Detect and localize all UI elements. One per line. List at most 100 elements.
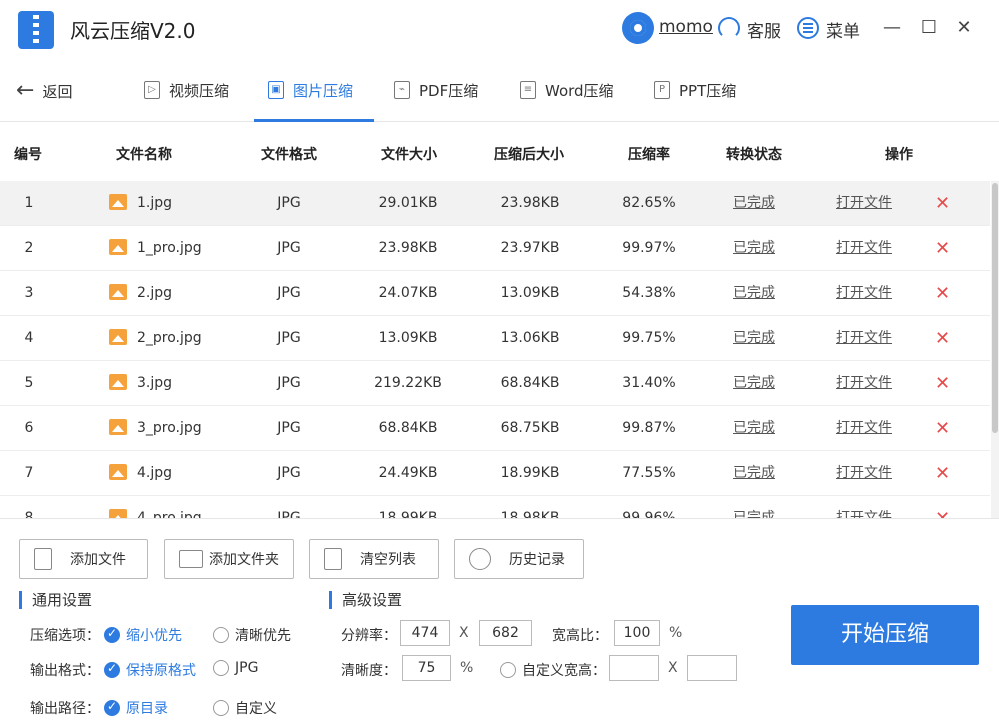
open-file-link[interactable]: 打开文件 [836, 271, 892, 316]
cell-file-name: 2.jpg [137, 285, 173, 301]
table-row[interactable]: 8 JPG 18.99KB 18.98KB 99.96% 4_pro.jpg 已完成 打开文件… [0, 496, 990, 518]
menu-icon[interactable] [797, 17, 819, 39]
add-file-button[interactable]: 添加文件 [19, 539, 148, 579]
cell-format: JPG [277, 375, 301, 391]
radio-label: 缩小优先 [126, 628, 182, 644]
headset-icon[interactable] [718, 17, 740, 39]
cell-number: 7 [24, 465, 34, 481]
tab-label: PPT压缩 [679, 81, 737, 100]
radio-size-priority[interactable]: 缩小优先 [104, 625, 182, 645]
status-link[interactable]: 已完成 [733, 406, 775, 451]
cell-size: 24.49KB [378, 465, 438, 481]
delete-row-icon[interactable]: ✕ [935, 181, 950, 226]
radio-clarity-priority[interactable]: 清晰优先 [213, 625, 291, 645]
arrow-left-icon: ← [16, 78, 35, 103]
table-row[interactable]: 3 JPG 24.07KB 13.09KB 54.38% 2.jpg 已完成 打开文件 ✕ [0, 271, 990, 316]
tab-pdf-compress[interactable]: ⌁ PDF压缩 [394, 58, 478, 122]
add-folder-button[interactable]: 添加文件夹 [164, 539, 294, 579]
custom-height-input[interactable] [687, 655, 737, 681]
close-window-button[interactable]: ✕ [952, 16, 976, 40]
tab-label: 视频压缩 [169, 81, 230, 100]
tab-image-compress[interactable]: ▣ 图片压缩 [268, 58, 353, 122]
delete-row-icon[interactable]: ✕ [935, 271, 950, 316]
open-file-link[interactable]: 打开文件 [836, 406, 892, 451]
back-button[interactable]: ← 返回 [16, 78, 72, 104]
table-scrollbar[interactable] [991, 181, 999, 518]
start-compress-button[interactable]: 开始压缩 [791, 605, 979, 665]
add-folder-icon [179, 550, 203, 568]
table-row[interactable]: 1 JPG 29.01KB 23.98KB 82.65% 1.jpg 已完成 打开文件 ✕ [0, 181, 990, 226]
resolution-height-input[interactable] [479, 620, 532, 646]
image-file-icon [109, 464, 127, 480]
customer-service-button[interactable]: 客服 [747, 17, 781, 42]
add-folder-label: 添加文件夹 [209, 552, 279, 568]
image-file-icon [109, 329, 127, 345]
radio-custom-size[interactable]: 自定义宽高： [500, 660, 606, 680]
open-file-link[interactable]: 打开文件 [836, 496, 892, 518]
delete-row-icon[interactable]: ✕ [935, 451, 950, 496]
custom-width-input[interactable] [609, 655, 659, 681]
table-row[interactable]: 7 JPG 24.49KB 18.99KB 77.55% 4.jpg 已完成 打开文件 ✕ [0, 451, 990, 496]
cell-file-name: 1_pro.jpg [137, 240, 202, 256]
open-file-link[interactable]: 打开文件 [836, 181, 892, 226]
image-icon: ▣ [268, 81, 284, 99]
maximize-button[interactable]: ☐ [917, 16, 941, 40]
radio-unchecked-icon [213, 700, 229, 716]
image-file-icon [109, 284, 127, 300]
app-logo-icon [18, 11, 54, 49]
minimize-button[interactable]: — [880, 16, 904, 40]
status-link[interactable]: 已完成 [733, 181, 775, 226]
status-link[interactable]: 已完成 [733, 226, 775, 271]
scrollbar-thumb[interactable] [992, 183, 998, 433]
status-link[interactable]: 已完成 [733, 361, 775, 406]
header-status: 转换状态 [726, 147, 782, 163]
open-file-link[interactable]: 打开文件 [836, 361, 892, 406]
user-name-link[interactable]: momo [659, 17, 713, 37]
cell-size: 18.99KB [378, 510, 438, 518]
image-file-icon [109, 509, 127, 518]
cell-compressed-size: 23.97KB [500, 240, 560, 256]
resolution-width-input[interactable] [400, 620, 450, 646]
cell-rate: 99.87% [622, 420, 676, 436]
cell-size: 68.84KB [378, 420, 438, 436]
status-link[interactable]: 已完成 [733, 271, 775, 316]
table-row[interactable]: 5 JPG 219.22KB 68.84KB 31.40% 3.jpg 已完成 打开文件 ✕ [0, 361, 990, 406]
radio-custom-dir[interactable]: 自定义 [213, 698, 277, 718]
delete-row-icon[interactable]: ✕ [935, 406, 950, 451]
open-file-link[interactable]: 打开文件 [836, 316, 892, 361]
cell-format: JPG [277, 330, 301, 346]
cell-size: 29.01KB [378, 195, 438, 211]
aspect-ratio-input[interactable] [614, 620, 660, 646]
delete-row-icon[interactable]: ✕ [935, 316, 950, 361]
menu-button[interactable]: 菜单 [826, 17, 860, 42]
status-link[interactable]: 已完成 [733, 316, 775, 361]
cell-number: 4 [24, 330, 34, 346]
table-row[interactable]: 6 JPG 68.84KB 68.75KB 99.87% 3_pro.jpg 已完成 打开文件… [0, 406, 990, 451]
open-file-link[interactable]: 打开文件 [836, 451, 892, 496]
aspect-ratio-label: 宽高比： [552, 628, 608, 644]
tab-video-compress[interactable]: ▷ 视频压缩 [144, 58, 229, 122]
radio-original-dir[interactable]: 原目录 [104, 698, 168, 718]
open-file-link[interactable]: 打开文件 [836, 226, 892, 271]
history-button[interactable]: 历史记录 [454, 539, 584, 579]
table-row[interactable]: 2 JPG 23.98KB 23.97KB 99.97% 1_pro.jpg 已完成 打开文件… [0, 226, 990, 271]
user-avatar-icon[interactable] [622, 12, 654, 44]
cell-size: 13.09KB [378, 330, 438, 346]
tab-word-compress[interactable]: ≡ Word压缩 [520, 58, 614, 122]
radio-label: 保持原格式 [126, 663, 196, 679]
status-link[interactable]: 已完成 [733, 451, 775, 496]
delete-row-icon[interactable]: ✕ [935, 496, 950, 518]
tab-ppt-compress[interactable]: P PPT压缩 [654, 58, 736, 122]
clarity-input[interactable] [402, 655, 451, 681]
back-label: 返回 [42, 82, 73, 101]
radio-keep-format[interactable]: 保持原格式 [104, 660, 196, 680]
delete-row-icon[interactable]: ✕ [935, 226, 950, 271]
header-file-name: 文件名称 [116, 147, 172, 163]
cell-size: 24.07KB [378, 285, 438, 301]
table-row[interactable]: 4 JPG 13.09KB 13.06KB 99.75% 2_pro.jpg 已完成 打开文件… [0, 316, 990, 361]
delete-row-icon[interactable]: ✕ [935, 361, 950, 406]
radio-jpg-format[interactable]: JPG [213, 660, 258, 676]
output-format-label: 输出格式： [30, 663, 100, 679]
clear-list-button[interactable]: 清空列表 [309, 539, 439, 579]
status-link[interactable]: 已完成 [733, 496, 775, 518]
